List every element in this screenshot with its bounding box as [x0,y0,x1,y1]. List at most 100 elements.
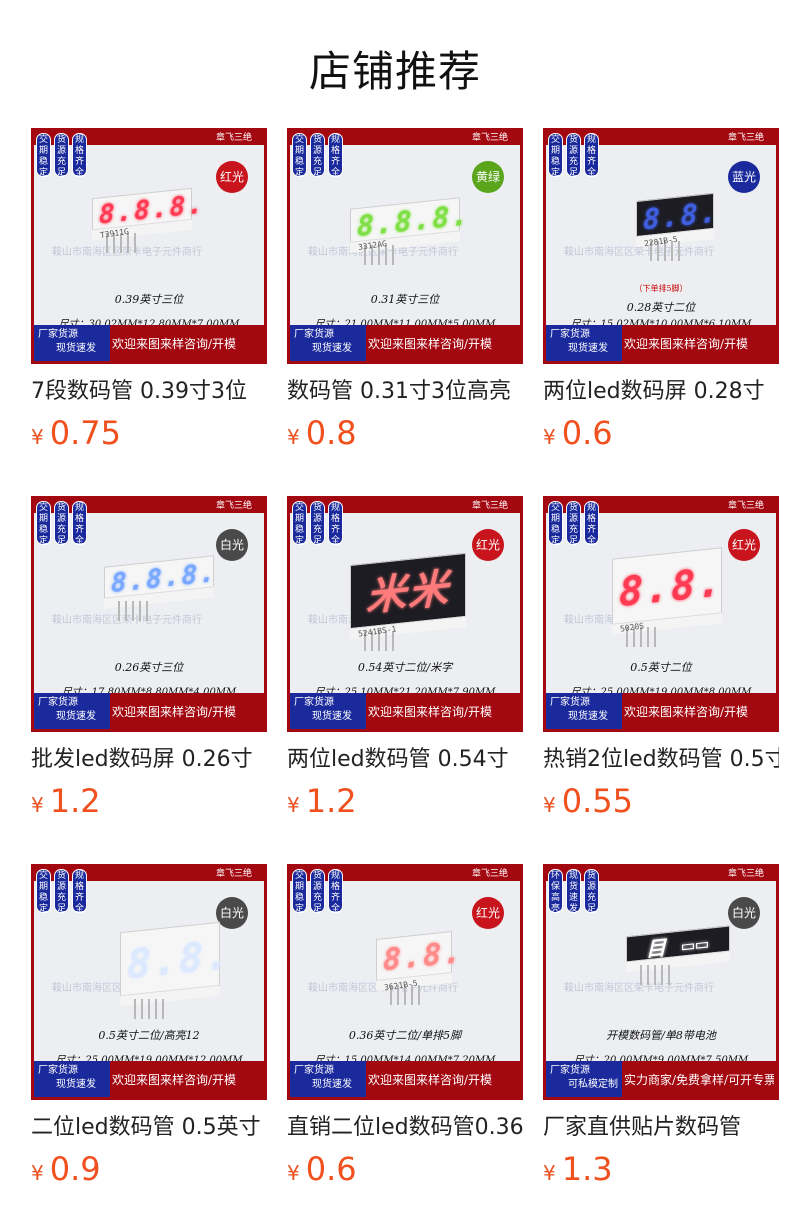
spec-title: 0.39英寸三位 [114,293,184,306]
bottom-right-label: 欢迎来图来样咨询/开模 [112,705,237,719]
feature-tag: 交期稳定 [548,133,563,178]
display-digits: 8.8. [127,931,232,989]
product-image[interactable]: 章飞三绝 环保高亮 现货速发 货源充足 白光 鞍山市南海区区荣卡电子元件商行 目… [543,864,779,1100]
watermark-text: 鞍山市南海区区荣卡电子元件商行 [52,615,202,626]
feature-tag: 交期稳定 [36,869,51,914]
feature-tag: 货源充足 [584,869,599,914]
price-value: 0.8 [305,414,357,452]
currency-symbol: ¥ [543,1161,556,1185]
product-name[interactable]: 二位led数码管 0.5英寸 [31,1113,267,1143]
price-value: 0.75 [49,414,121,452]
currency-symbol: ¥ [543,793,556,817]
product-image[interactable]: 章飞三绝 交期稳定 货源充足 规格齐全 红光 鞍山市南海区区荣卡电子元件商行 8… [543,496,779,732]
product-name[interactable]: 7段数码管 0.39寸3位 [31,377,267,407]
feature-tags: 环保高亮 现货速发 货源充足 [548,869,599,914]
product-name[interactable]: 数码管 0.31寸3位高亮 [287,377,523,407]
feature-tag: 环保高亮 [548,869,563,914]
bottom-banner: 厂家货源 现货速发 欢迎来图来样咨询/开模 [34,693,264,729]
bottom-left-line-1: 厂家货源 [294,329,334,340]
product-image[interactable]: 章飞三绝 交期稳定 货源充足 规格齐全 红光 鞍山市南海区区荣卡电子元件商行 8… [287,864,523,1100]
product-card[interactable]: 章飞三绝 交期稳定 货源充足 规格齐全 红光 鞍山市南海区区荣卡电子元件商行 8… [543,496,779,827]
bottom-right-label: 欢迎来图来样咨询/开模 [368,1073,493,1087]
feature-tags: 交期稳定 货源充足 规格齐全 [36,133,87,178]
product-image[interactable]: 章飞三绝 交期稳定 货源充足 规格齐全 红光 鞍山市南海区区荣卡电子元件商行 米… [287,496,523,732]
bottom-left-line-2: 现货速发 [568,343,608,354]
feature-tag: 现货速发 [566,869,581,914]
product-image[interactable]: 章飞三绝 交期稳定 货源充足 规格齐全 蓝光 鞍山市南海区区荣卡电子元件商行 8… [543,128,779,364]
price-value: 1.2 [49,782,101,820]
feature-tag: 货源充足 [566,501,581,546]
product-name[interactable]: 两位led数码屏 0.28寸 [543,377,779,407]
display-digits: 8.8. [619,559,724,617]
product-name[interactable]: 两位led数码管 0.54寸 [287,745,523,775]
bottom-banner: 厂家货源 现货速发 欢迎来图来样咨询/开模 [290,693,520,729]
currency-symbol: ¥ [31,1161,44,1185]
bottom-banner: 厂家货源 现货速发 欢迎来图来样咨询/开模 [546,693,776,729]
feature-tags: 交期稳定 货源充足 规格齐全 [36,501,87,546]
product-name[interactable]: 直销二位led数码管0.36寸 [287,1113,523,1143]
currency-symbol: ¥ [543,425,556,449]
spec-title: 0.36英寸二位/单排5脚 [348,1029,462,1042]
bottom-banner: 厂家货源 可私模定制 实力商家/免费拿样/可开专票 [546,1061,776,1097]
feature-tag: 规格齐全 [328,869,343,914]
display-digits: 8.8.8. [111,557,217,600]
watermark-text: 鞍山市南海区区荣卡电子元件商行 [52,243,256,258]
color-badge: 白光 [216,897,248,929]
price-value: 1.3 [561,1150,613,1188]
feature-tag: 货源充足 [566,133,581,178]
currency-symbol: ¥ [287,425,300,449]
product-card[interactable]: 章飞三绝 交期稳定 货源充足 规格齐全 黄绿 鞍山市南海区区荣卡电子元件商行 8… [287,128,523,459]
bottom-left-line-2: 现货速发 [56,711,96,722]
price-value: 0.6 [561,414,613,452]
feature-tags: 交期稳定 货源充足 规格齐全 [36,869,87,914]
product-image[interactable]: 章飞三绝 交期稳定 货源充足 规格齐全 红光 鞍山市南海区区荣卡电子元件商行 8… [31,128,267,364]
feature-tag: 交期稳定 [36,133,51,178]
led-display-icon: 8.8. [120,921,232,1007]
feature-tag: 货源充足 [310,501,325,546]
product-name[interactable]: 批发led数码屏 0.26寸 [31,745,267,775]
image-background: 章飞三绝 交期稳定 货源充足 规格齐全 黄绿 鞍山市南海区区荣卡电子元件商行 8… [290,131,520,361]
spec-note: （下单排5脚） [634,284,688,293]
feature-tag: 规格齐全 [72,133,87,178]
product-card[interactable]: 章飞三绝 环保高亮 现货速发 货源充足 白光 鞍山市南海区区荣卡电子元件商行 目… [543,864,779,1195]
feature-tag: 货源充足 [310,133,325,178]
feature-tags: 交期稳定 货源充足 规格齐全 [292,869,343,914]
color-badge: 白光 [216,529,248,561]
color-badge: 黄绿 [472,161,504,193]
product-card[interactable]: 章飞三绝 交期稳定 货源充足 规格齐全 红光 鞍山市南海区区荣卡电子元件商行 8… [31,128,267,459]
product-card[interactable]: 章飞三绝 交期稳定 货源充足 规格齐全 红光 鞍山市南海区区荣卡电子元件商行 8… [287,864,523,1195]
display-digits: 8.8.8. [357,198,471,244]
image-background: 章飞三绝 交期稳定 货源充足 规格齐全 白光 鞍山市南海区区荣卡电子元件商行 8… [34,499,264,729]
bottom-left-label: 厂家货源 现货速发 [290,693,366,729]
currency-symbol: ¥ [287,793,300,817]
bottom-right-label: 欢迎来图来样咨询/开模 [112,337,237,351]
currency-symbol: ¥ [31,425,44,449]
product-image[interactable]: 章飞三绝 交期稳定 货源充足 规格齐全 黄绿 鞍山市南海区区荣卡电子元件商行 8… [287,128,523,364]
product-card[interactable]: 章飞三绝 交期稳定 货源充足 规格齐全 白光 鞍山市南海区区荣卡电子元件商行 8… [31,496,267,827]
product-card[interactable]: 章飞三绝 交期稳定 货源充足 规格齐全 红光 鞍山市南海区区荣卡电子元件商行 米… [287,496,523,827]
color-badge: 红光 [728,529,760,561]
feature-tag: 交期稳定 [292,133,307,178]
product-card[interactable]: 章飞三绝 交期稳定 货源充足 规格齐全 蓝光 鞍山市南海区区荣卡电子元件商行 8… [543,128,779,459]
bottom-left-line-1: 厂家货源 [294,1065,334,1076]
product-price: ¥0.6 [287,1149,523,1195]
feature-tag: 规格齐全 [72,869,87,914]
bottom-right-label: 欢迎来图来样咨询/开模 [368,705,493,719]
bottom-left-line-2: 现货速发 [312,711,352,722]
display-pins [134,999,164,1019]
spec-title: 0.31英寸三位 [370,293,440,306]
product-image[interactable]: 章飞三绝 交期稳定 货源充足 规格齐全 白光 鞍山市南海区区荣卡电子元件商行 8… [31,864,267,1100]
brand-label: 章飞三绝 [471,133,508,143]
product-name[interactable]: 厂家直供贴片数码管 [543,1113,779,1143]
price-value: 0.55 [561,782,633,820]
bottom-left-line-2: 现货速发 [312,343,352,354]
bottom-left-label: 厂家货源 现货速发 [290,1061,366,1097]
product-card[interactable]: 章飞三绝 交期稳定 货源充足 规格齐全 白光 鞍山市南海区区荣卡电子元件商行 8… [31,864,267,1195]
bottom-right-label: 欢迎来图来样咨询/开模 [112,1073,237,1087]
product-name[interactable]: 热销2位led数码管 0.5寸 [543,745,779,775]
led-display-icon: 米米 [350,552,466,640]
product-image[interactable]: 章飞三绝 交期稳定 货源充足 规格齐全 白光 鞍山市南海区区荣卡电子元件商行 8… [31,496,267,732]
color-badge: 红光 [216,161,248,193]
bottom-left-label: 厂家货源 现货速发 [546,693,622,729]
color-badge: 蓝光 [728,161,760,193]
